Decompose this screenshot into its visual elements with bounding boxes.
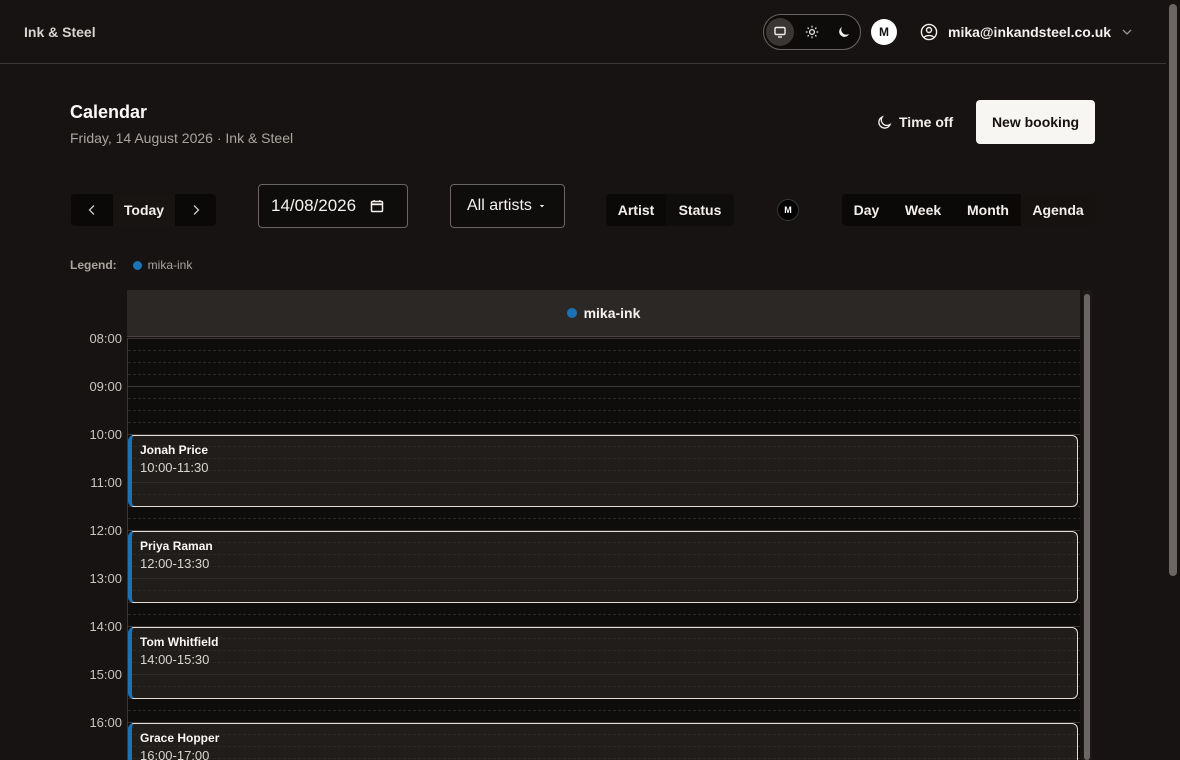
date-navigation: Today: [71, 194, 216, 226]
quarter-hour-line: [128, 614, 1080, 615]
today-button[interactable]: Today: [113, 194, 175, 226]
time-label: 14:00: [89, 619, 122, 634]
new-booking-button[interactable]: New booking: [976, 100, 1095, 144]
time-label: 15:00: [89, 667, 122, 682]
view-month-button[interactable]: Month: [955, 194, 1021, 226]
calendar-icon[interactable]: [370, 199, 384, 213]
top-bar: Ink & Steel M mika@inkandsteel.co.uk: [0, 0, 1166, 64]
time-label: 08:00: [89, 331, 122, 346]
chevron-right-icon: [193, 205, 199, 215]
theme-toggle: [763, 14, 861, 50]
legend-color-dot: [132, 260, 142, 270]
quarter-hour-line: [128, 350, 1080, 351]
user-email: mika@inkandsteel.co.uk: [948, 24, 1112, 40]
view-week-button[interactable]: Week: [891, 194, 955, 226]
artist-column-header: mika-ink: [127, 290, 1080, 337]
page-scrollbar[interactable]: [1166, 0, 1180, 760]
booking-event[interactable]: Grace Hopper 16:00-17:00: [128, 723, 1078, 760]
quarter-hour-line: [128, 374, 1080, 375]
theme-dark-button[interactable]: [830, 18, 858, 46]
moon-icon: [878, 114, 892, 129]
booking-event[interactable]: Tom Whitfield 14:00-15:30: [128, 627, 1078, 699]
booking-client-name: Priya Raman: [140, 539, 213, 553]
time-label: 13:00: [89, 571, 122, 586]
time-label: 10:00: [89, 427, 122, 442]
date-value: 14/08/2026: [271, 196, 357, 215]
quarter-hour-line: [128, 410, 1080, 411]
quarter-hour-line: [128, 518, 1080, 519]
theme-system-button[interactable]: [766, 18, 794, 46]
booking-time: 14:00-15:30: [140, 652, 210, 667]
booking-client-name: Tom Whitfield: [140, 635, 219, 649]
group-by-toggle: Artist Status: [606, 194, 734, 226]
time-label: 12:00: [89, 523, 122, 538]
time-off-button[interactable]: Time off: [877, 112, 953, 132]
hour-line: [128, 338, 1080, 339]
artist-filter-value: All artists: [467, 197, 532, 214]
legend-item: mika-ink: [147, 258, 193, 272]
artist-avatar[interactable]: M: [777, 199, 799, 221]
brand-name: Ink & Steel: [24, 24, 96, 40]
page-scrollbar-thumb[interactable]: [1169, 4, 1177, 576]
booking-event[interactable]: Priya Raman 12:00-13:30: [128, 531, 1078, 603]
hour-line: [128, 386, 1080, 387]
page-subtitle: Friday, 14 August 2026 · Ink & Steel: [70, 130, 294, 146]
view-toggle: Day Week Month Agenda: [842, 194, 1095, 226]
time-off-label: Time off: [899, 114, 954, 130]
user-circle-icon: [920, 23, 938, 41]
monitor-icon: [774, 26, 786, 38]
page-title: Calendar: [70, 102, 148, 122]
booking-time: 10:00-11:30: [140, 460, 209, 475]
group-by-artist-button[interactable]: Artist: [606, 194, 666, 226]
sun-icon: [805, 25, 819, 39]
booking-client-name: Grace Hopper: [140, 731, 220, 745]
booking-event[interactable]: Jonah Price 10:00-11:30: [128, 435, 1078, 507]
artist-filter-select[interactable]: All artists: [450, 184, 565, 228]
theme-light-button[interactable]: [798, 18, 826, 46]
view-agenda-button[interactable]: Agenda: [1021, 194, 1095, 226]
quarter-hour-line: [128, 362, 1080, 363]
quarter-hour-line: [128, 710, 1080, 711]
legend-label: Legend:: [70, 258, 117, 272]
legend: Legend: mika-ink: [70, 258, 192, 272]
quarter-hour-line: [128, 422, 1080, 423]
booking-time: 12:00-13:30: [140, 556, 210, 571]
chevron-left-icon: [88, 205, 95, 215]
user-menu[interactable]: mika@inkandsteel.co.uk: [920, 20, 1133, 44]
avatar[interactable]: M: [871, 19, 897, 45]
moon-icon: [839, 27, 849, 37]
chevron-down-icon: [1122, 29, 1132, 35]
time-label: 09:00: [89, 379, 122, 394]
caret-down-icon: [539, 205, 545, 208]
booking-time: 16:00-17:00: [140, 748, 210, 760]
artist-color-dot: [566, 308, 577, 318]
time-label: 16:00: [89, 715, 122, 730]
view-day-button[interactable]: Day: [842, 194, 891, 226]
date-input[interactable]: 14/08/2026: [258, 184, 408, 228]
quarter-hour-line: [128, 398, 1080, 399]
next-day-button[interactable]: [175, 194, 216, 226]
artist-column-name: mika-ink: [583, 305, 641, 321]
booking-client-name: Jonah Price: [140, 443, 209, 457]
calendar-scrollbar[interactable]: [1083, 290, 1092, 760]
calendar-scrollbar-thumb[interactable]: [1084, 294, 1090, 760]
group-by-status-button[interactable]: Status: [666, 194, 734, 226]
time-label: 11:00: [90, 475, 122, 490]
previous-day-button[interactable]: [71, 194, 113, 226]
